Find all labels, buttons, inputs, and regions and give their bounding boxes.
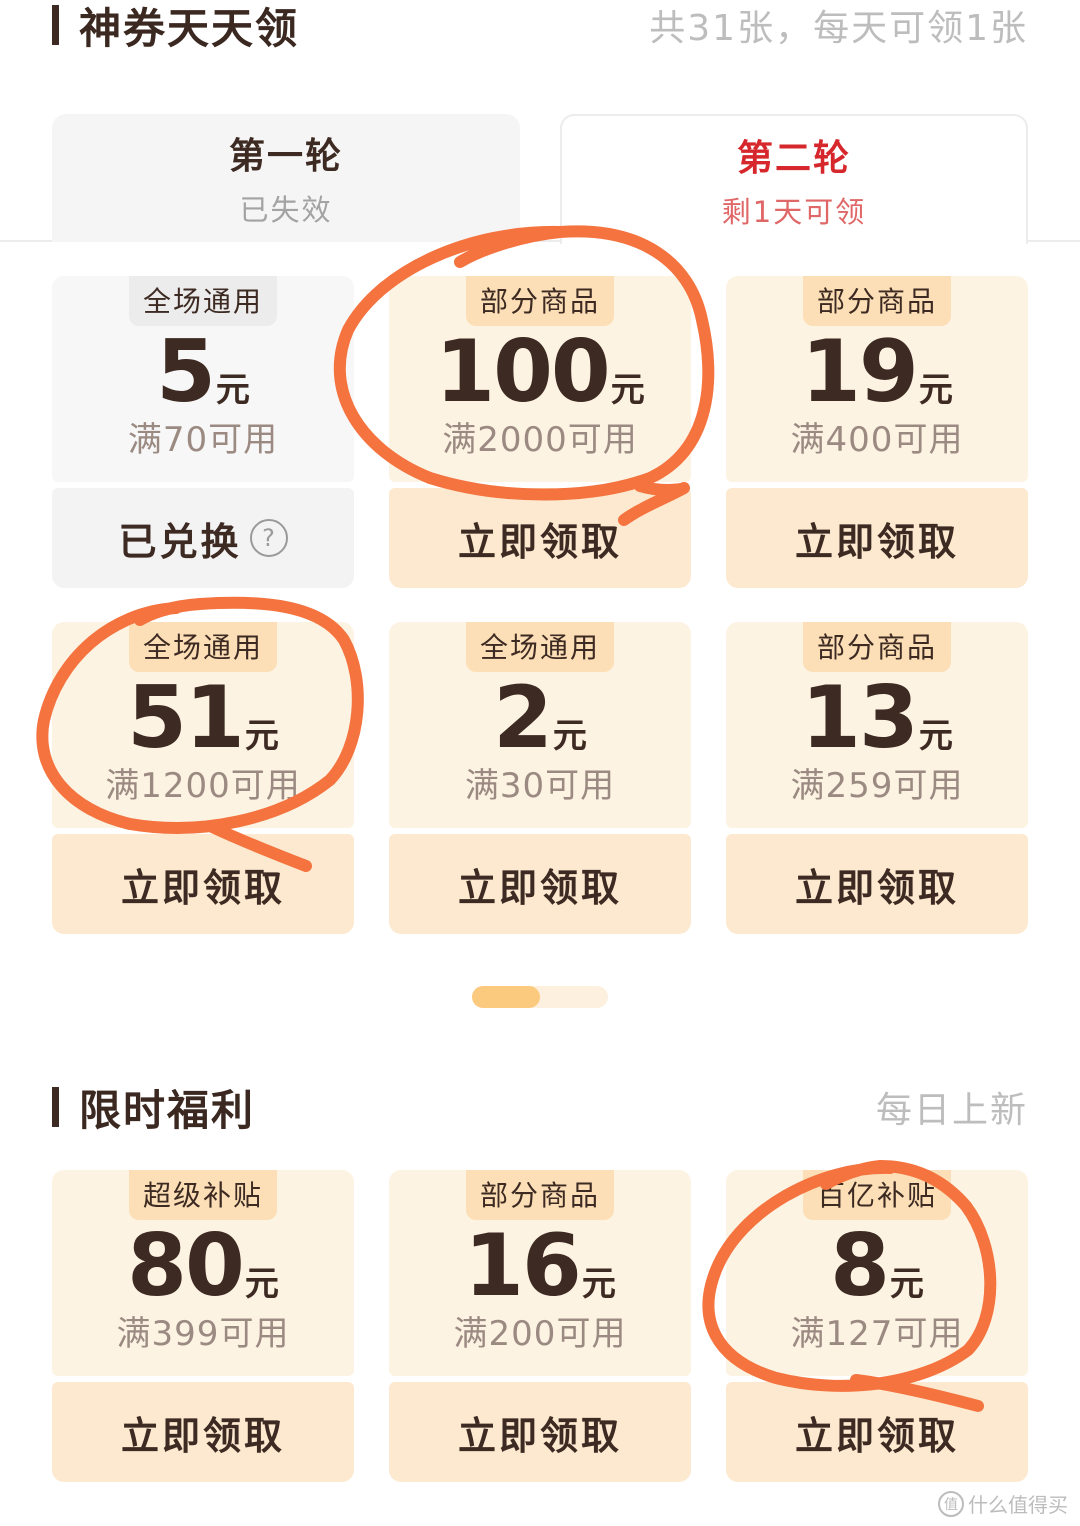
coupon-amount-value: 2 bbox=[493, 668, 553, 768]
coupon-amount: 8元 bbox=[726, 1216, 1028, 1316]
coupon-condition: 满399可用 bbox=[116, 1314, 290, 1354]
section-title: 神券天天领 bbox=[79, 3, 300, 53]
section-subtitle: 共31张，每天可领1张 bbox=[649, 8, 1028, 49]
redeemed-label: 已兑换 bbox=[118, 519, 242, 564]
coupon-condition: 满259可用 bbox=[790, 766, 964, 806]
coupon-amount: 5元 bbox=[52, 322, 354, 422]
coupon-amount-unit: 元 bbox=[889, 1264, 924, 1304]
coupon-amount-unit: 元 bbox=[918, 716, 953, 756]
watermark-icon: 值 bbox=[938, 1490, 964, 1517]
coupon-condition: 满127可用 bbox=[790, 1314, 964, 1354]
watermark-text: 什么值得买 bbox=[968, 1493, 1068, 1517]
coupon-amount: 16元 bbox=[389, 1216, 691, 1316]
claim-button[interactable]: 立即领取 bbox=[726, 488, 1028, 588]
title-bar bbox=[52, 5, 59, 45]
claim-button[interactable]: 立即领取 bbox=[389, 834, 691, 934]
coupon-amount-unit: 元 bbox=[215, 370, 250, 410]
coupon-amount-value: 13 bbox=[801, 668, 919, 768]
coupon-tag: 全场通用 bbox=[465, 622, 615, 672]
coupon-card: 部分商品 100元 满2000可用 立即领取 bbox=[389, 276, 691, 588]
coupon-amount-value: 5 bbox=[156, 322, 216, 422]
help-icon[interactable]: ? bbox=[249, 519, 288, 557]
coupon-amount-unit: 元 bbox=[552, 716, 587, 756]
coupon-condition: 满2000可用 bbox=[442, 420, 638, 460]
coupon-amount: 2元 bbox=[389, 668, 691, 768]
section-title: 限时福利 bbox=[79, 1085, 256, 1135]
coupon-condition: 满30可用 bbox=[464, 766, 616, 806]
tab-status: 已失效 bbox=[239, 193, 333, 227]
coupon-tag: 部分商品 bbox=[802, 276, 952, 326]
redeemed-status: 已兑换? bbox=[52, 488, 354, 588]
coupon-card: 全场通用 5元 满70可用 已兑换? bbox=[52, 276, 354, 588]
claim-button[interactable]: 立即领取 bbox=[389, 1382, 691, 1482]
coupon-condition: 满400可用 bbox=[790, 420, 964, 460]
coupon-tag: 超级补贴 bbox=[128, 1170, 278, 1220]
coupon-amount-unit: 元 bbox=[581, 1264, 616, 1304]
coupon-card: 全场通用 2元 满30可用 立即领取 bbox=[389, 622, 691, 934]
claim-button[interactable]: 立即领取 bbox=[52, 834, 354, 934]
coupon-amount: 100元 bbox=[389, 322, 691, 422]
section-subtitle: 每日上新 bbox=[875, 1090, 1028, 1131]
section-header-welfare: 限时福利 每日上新 bbox=[52, 1082, 1028, 1135]
coupon-card: 百亿补贴 8元 满127可用 立即领取 bbox=[726, 1170, 1028, 1482]
coupon-amount-unit: 元 bbox=[610, 370, 645, 410]
coupon-condition: 满70可用 bbox=[127, 420, 279, 460]
coupon-tag: 百亿补贴 bbox=[802, 1170, 952, 1220]
coupon-tag: 部分商品 bbox=[465, 276, 615, 326]
coupon-card: 超级补贴 80元 满399可用 立即领取 bbox=[52, 1170, 354, 1482]
coupon-amount: 19元 bbox=[726, 322, 1028, 422]
claim-button[interactable]: 立即领取 bbox=[389, 488, 691, 588]
coupon-condition: 满1200可用 bbox=[105, 766, 301, 806]
tab-round-1[interactable]: 第一轮 已失效 bbox=[52, 114, 520, 242]
claim-button[interactable]: 立即领取 bbox=[726, 834, 1028, 934]
coupon-card: 部分商品 19元 满400可用 立即领取 bbox=[726, 276, 1028, 588]
coupon-amount-unit: 元 bbox=[918, 370, 953, 410]
coupon-amount-value: 16 bbox=[464, 1216, 582, 1316]
coupon-amount-value: 51 bbox=[127, 668, 245, 768]
coupon-amount: 51元 bbox=[52, 668, 354, 768]
coupon-tag: 全场通用 bbox=[128, 622, 278, 672]
coupon-card: 部分商品 16元 满200可用 立即领取 bbox=[389, 1170, 691, 1482]
coupon-card: 部分商品 13元 满259可用 立即领取 bbox=[726, 622, 1028, 934]
tab-status: 剩1天可领 bbox=[721, 195, 867, 229]
tab-round-2[interactable]: 第二轮 剩1天可领 bbox=[560, 114, 1028, 244]
coupon-amount-value: 100 bbox=[435, 322, 611, 422]
coupon-amount: 13元 bbox=[726, 668, 1028, 768]
coupon-amount-unit: 元 bbox=[244, 716, 279, 756]
coupon-tag: 部分商品 bbox=[802, 622, 952, 672]
section-header-coupons: 神券天天领 共31张，每天可领1张 bbox=[52, 0, 1028, 53]
tab-label: 第二轮 bbox=[736, 138, 851, 179]
tab-label: 第一轮 bbox=[228, 136, 343, 177]
coupon-tag: 全场通用 bbox=[128, 276, 278, 326]
claim-button[interactable]: 立即领取 bbox=[52, 1382, 354, 1482]
coupon-amount: 80元 bbox=[52, 1216, 354, 1316]
title-bar bbox=[52, 1087, 59, 1127]
coupon-tag: 部分商品 bbox=[465, 1170, 615, 1220]
coupon-amount-unit: 元 bbox=[244, 1264, 279, 1304]
watermark: 值 什么值得买 bbox=[938, 1489, 1068, 1518]
coupon-amount-value: 8 bbox=[830, 1216, 890, 1316]
coupon-amount-value: 80 bbox=[127, 1216, 245, 1316]
page-indicator-fill bbox=[472, 986, 540, 1008]
coupon-amount-value: 19 bbox=[801, 322, 919, 422]
claim-button[interactable]: 立即领取 bbox=[726, 1382, 1028, 1482]
coupon-condition: 满200可用 bbox=[453, 1314, 627, 1354]
page-indicator bbox=[472, 986, 608, 1008]
coupon-card: 全场通用 51元 满1200可用 立即领取 bbox=[52, 622, 354, 934]
